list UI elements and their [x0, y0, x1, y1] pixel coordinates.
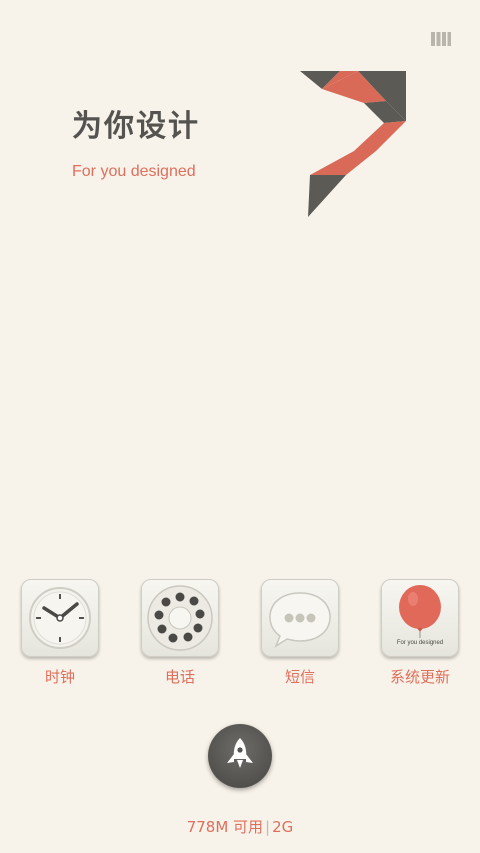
app-phone[interactable]: 电话: [140, 579, 220, 687]
message-bubble-icon[interactable]: [261, 579, 339, 657]
app-label-clock: 时钟: [44, 668, 75, 686]
memory-available: 778M 可用: [186, 818, 264, 836]
app-label-messages: 短信: [284, 668, 315, 686]
balloon-caption: For you designed: [396, 640, 444, 646]
rotary-phone-icon[interactable]: [141, 579, 219, 657]
rocket-boost-button[interactable]: [208, 724, 272, 788]
memory-status: 778M 可用 | 2G: [0, 816, 480, 837]
rocket-icon: [227, 738, 253, 768]
balloon-icon[interactable]: For you designed: [381, 579, 459, 657]
app-label-system-update: 系统更新: [389, 668, 450, 686]
network-type: 2G: [272, 818, 294, 836]
clock-icon[interactable]: [21, 579, 99, 657]
app-messages[interactable]: 短信: [260, 579, 340, 687]
page-subtitle: For you designed: [72, 163, 196, 180]
app-system-update[interactable]: For you designed 系统更新: [380, 579, 460, 687]
app-clock[interactable]: 时钟: [20, 579, 100, 687]
page-title: 为你设计: [72, 109, 200, 144]
app-label-phone: 电话: [164, 668, 195, 686]
divider: |: [265, 818, 271, 836]
grid-columns-icon[interactable]: [431, 31, 451, 46]
seven-logo-icon: [300, 71, 406, 217]
